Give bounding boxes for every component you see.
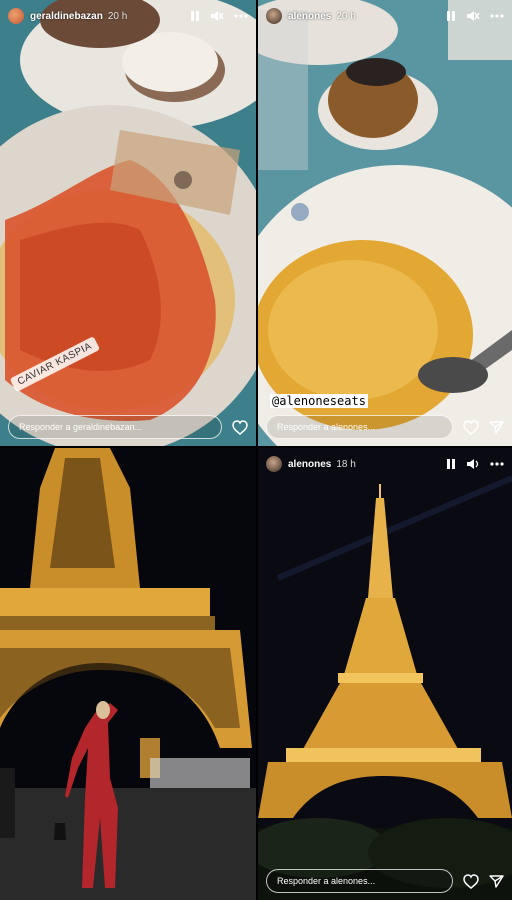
volume-icon[interactable] (466, 458, 480, 470)
timestamp: 20 h (107, 10, 128, 22)
story-image-crepe-plate (258, 0, 512, 446)
more-icon[interactable] (234, 14, 248, 18)
story-panel-4[interactable]: alenones 18 h Responder a alenones... (258, 448, 512, 900)
pause-icon[interactable] (446, 458, 456, 470)
username[interactable]: geraldinebazan (30, 11, 103, 22)
send-icon[interactable] (489, 420, 504, 434)
story-header: geraldinebazan 20 h (0, 0, 256, 32)
story-header: alenones 18 h (258, 448, 512, 480)
reply-input[interactable]: Responder a alenones... (266, 869, 453, 893)
pause-icon[interactable] (190, 10, 200, 22)
timestamp: 18 h (336, 458, 356, 470)
story-grid: geraldinebazan 20 h Responder a geraldin… (0, 0, 512, 900)
mention-sticker[interactable]: @alenoneseats (270, 394, 368, 408)
story-footer: Responder a geraldinebazan... (0, 414, 256, 440)
heart-icon[interactable] (463, 419, 479, 435)
story-panel-2[interactable]: alenones 20 h Responder a alenones... (258, 0, 512, 446)
reply-input[interactable]: Responder a geraldinebazan... (8, 415, 222, 439)
story-header: alenones 20 h (258, 0, 512, 32)
story-image-eiffel-night (258, 448, 512, 900)
username[interactable]: alenones (288, 459, 331, 470)
story-image-eiffel-base (0, 448, 256, 900)
send-icon[interactable] (489, 874, 504, 888)
story-footer: Responder a alenones... (258, 414, 512, 440)
story-panel-3[interactable] (0, 448, 256, 900)
more-icon[interactable] (490, 14, 504, 18)
timestamp: 20 h (336, 10, 356, 22)
story-footer: Responder a alenones... (258, 868, 512, 894)
reply-input[interactable]: Responder a alenones... (266, 415, 453, 439)
avatar[interactable] (266, 456, 282, 472)
avatar[interactable] (8, 8, 24, 24)
more-icon[interactable] (490, 462, 504, 466)
mute-icon[interactable] (466, 10, 480, 22)
mute-icon[interactable] (210, 10, 224, 22)
heart-icon[interactable] (463, 873, 479, 889)
username[interactable]: alenones (288, 11, 331, 22)
heart-icon[interactable] (232, 419, 248, 435)
pause-icon[interactable] (446, 10, 456, 22)
avatar[interactable] (266, 8, 282, 24)
